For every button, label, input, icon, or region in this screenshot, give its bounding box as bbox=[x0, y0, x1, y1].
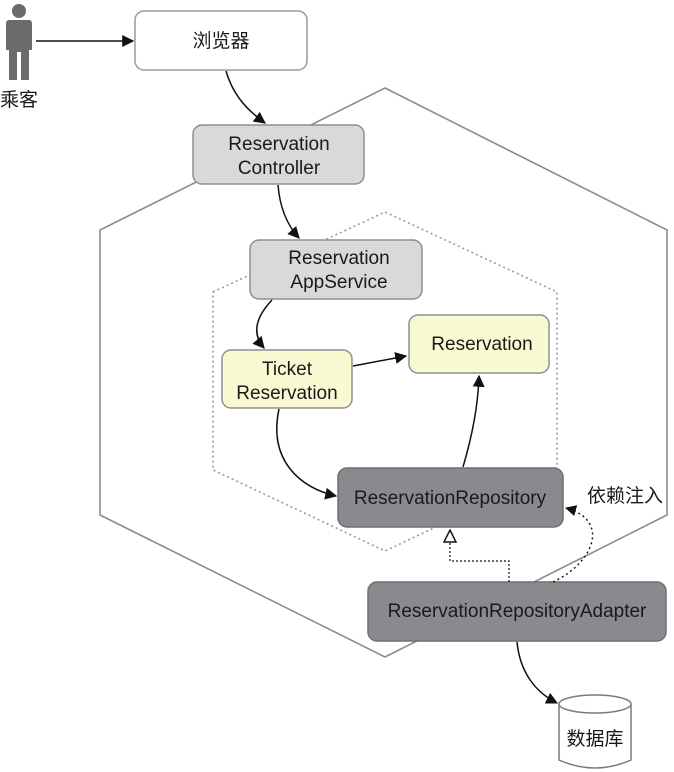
browser-node: 浏览器 bbox=[134, 10, 308, 71]
ticket-reservation-label-line2: Reservation bbox=[236, 383, 337, 404]
reservation-repository-node: ReservationRepository bbox=[337, 467, 564, 528]
browser-label: 浏览器 bbox=[192, 30, 249, 52]
appservice-label-line2: AppService bbox=[290, 272, 387, 293]
reservation-repository-adapter-node: ReservationRepositoryAdapter bbox=[367, 581, 667, 642]
person-icon bbox=[6, 4, 32, 80]
reservation-appservice-node: Reservation AppService bbox=[249, 239, 423, 300]
appservice-label-line1: Reservation bbox=[288, 248, 389, 269]
repository-label: ReservationRepository bbox=[354, 488, 547, 509]
arrow-ticket-to-reservation bbox=[352, 352, 408, 367]
arrow-browser-to-controller bbox=[225, 70, 266, 124]
reservation-controller-node: Reservation Controller bbox=[192, 124, 365, 185]
ticket-reservation-label-line1: Ticket bbox=[262, 359, 313, 380]
actor-label: 乘客 bbox=[0, 89, 38, 111]
adapter-label: ReservationRepositoryAdapter bbox=[388, 601, 647, 622]
outer-hexagon bbox=[99, 87, 668, 658]
arrow-ticket-to-repository bbox=[276, 408, 338, 500]
controller-label-line1: Reservation bbox=[228, 134, 329, 155]
realization-adapter-to-repository bbox=[450, 530, 510, 582]
database-icon: 数据库 bbox=[558, 694, 632, 769]
database-label: 数据库 bbox=[566, 728, 623, 750]
arrow-controller-to-appservice bbox=[277, 184, 300, 239]
dependency-injection-label: 依赖注入 bbox=[587, 485, 663, 507]
ticket-reservation-node: Ticket Reservation bbox=[221, 349, 353, 409]
arrow-adapter-to-database bbox=[516, 641, 559, 704]
reservation-label: Reservation bbox=[431, 334, 532, 355]
arrow-repository-to-reservation bbox=[462, 374, 485, 468]
arrow-appservice-to-ticket bbox=[252, 299, 273, 349]
controller-label-line2: Controller bbox=[238, 158, 321, 179]
architecture-diagram: 乘客 浏览器 Reservation Controller Reservatio… bbox=[0, 4, 668, 769]
reservation-node: Reservation bbox=[408, 314, 550, 374]
